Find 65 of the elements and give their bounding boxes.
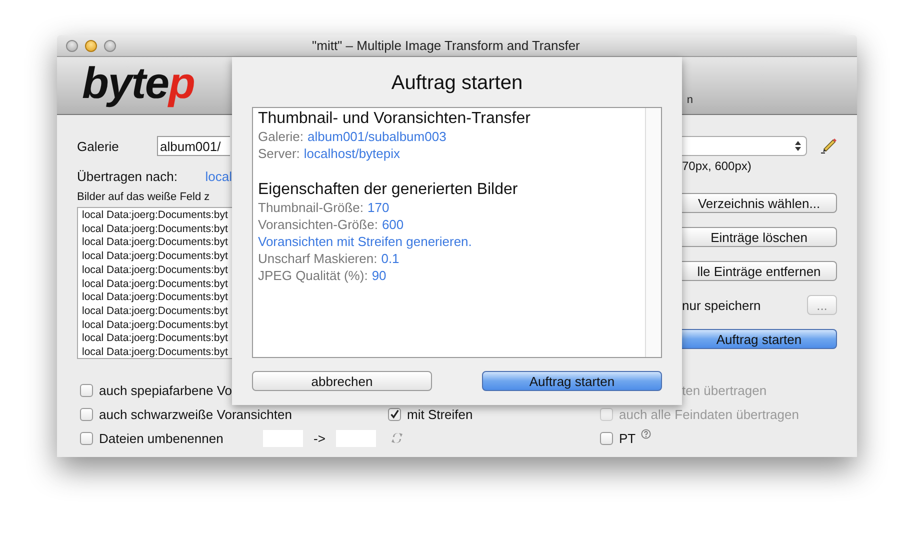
file-list[interactable] bbox=[77, 207, 232, 359]
start-button[interactable]: Auftrag starten bbox=[482, 371, 662, 391]
help-icon[interactable] bbox=[640, 429, 651, 439]
action-button[interactable]: Verzeichnis wählen... bbox=[682, 193, 837, 213]
size-note: 70px, 600px) bbox=[682, 159, 752, 175]
checkbox[interactable] bbox=[80, 432, 93, 444]
option-label: Dateien umbenennen bbox=[99, 430, 224, 446]
window-title: "mitt" – Multiple Image Transform and Transfer bbox=[312, 38, 580, 53]
file-item[interactable]: local Data:joerg:Documents:byt bbox=[82, 250, 232, 264]
checkbox[interactable] bbox=[80, 408, 93, 420]
target-link[interactable]: local bbox=[205, 168, 232, 184]
file-item[interactable]: local Data:joerg:Documents:byt bbox=[82, 291, 232, 305]
section-heading: Thumbnail- und Voransichten-Transfer bbox=[258, 109, 532, 128]
detail-note: Voransichten mit Streifen generieren. bbox=[258, 233, 473, 250]
detail-value: 600 bbox=[382, 217, 404, 232]
file-item[interactable]: local Data:joerg:Documents:byt bbox=[82, 222, 232, 236]
file-item[interactable]: local Data:joerg:Documents:byt bbox=[82, 236, 232, 250]
swap-icon[interactable] bbox=[391, 431, 403, 445]
option-label: mit Streifen bbox=[407, 406, 473, 422]
file-item[interactable]: local Data:joerg:Documents:byt bbox=[82, 264, 232, 278]
start-button[interactable]: Auftrag starten bbox=[682, 329, 837, 349]
file-item[interactable]: local Data:joerg:Documents:byt bbox=[82, 278, 232, 292]
detail-label: Server: bbox=[258, 146, 300, 161]
logo: bytep bbox=[82, 62, 194, 106]
option-label: PT bbox=[619, 430, 636, 446]
detail-label: Unscharf Maskieren: bbox=[258, 251, 378, 266]
action-button[interactable]: Einträge löschen bbox=[682, 227, 837, 247]
checkbox[interactable] bbox=[600, 432, 613, 444]
detail-label: JPEG Qualität (%): bbox=[258, 268, 368, 283]
detail-value: album001/subalbum003 bbox=[308, 129, 446, 144]
option-label: nur speichern bbox=[682, 298, 761, 312]
option-label: auch alle Feindaten übertragen bbox=[619, 406, 799, 422]
detail-label: Voransichten-Größe: bbox=[258, 217, 378, 232]
checkbox[interactable] bbox=[80, 384, 93, 396]
detail-value: 170 bbox=[367, 200, 390, 215]
toolbar-label[interactable]: n bbox=[686, 94, 693, 106]
action-button[interactable]: lle Einträge entfernen bbox=[682, 261, 837, 281]
drop-hint: Bilder auf das weiße Feld z bbox=[77, 191, 211, 203]
close-button[interactable] bbox=[66, 40, 78, 52]
detail-label: Galerie: bbox=[258, 129, 304, 144]
file-item[interactable]: local Data:joerg:Documents:byt bbox=[82, 346, 232, 358]
file-item[interactable]: local Data:joerg:Documents:byt bbox=[82, 318, 232, 332]
minimize-button[interactable] bbox=[85, 40, 97, 52]
section-heading: Eigenschaften der generierten Bilder bbox=[258, 180, 519, 199]
file-item[interactable]: local Data:joerg:Documents:byt bbox=[82, 332, 232, 346]
option-label: auch schwarzweiße Voransichten bbox=[99, 406, 292, 422]
file-item[interactable]: local Data:joerg:Documents:byt bbox=[82, 304, 232, 319]
zoom-button[interactable] bbox=[104, 40, 116, 52]
detail-value: 0.1 bbox=[381, 251, 400, 266]
cancel-button[interactable]: abbrechen bbox=[252, 371, 432, 391]
stepper-icon bbox=[794, 140, 802, 152]
option-label: ten übertragen bbox=[682, 382, 767, 398]
checkbox[interactable] bbox=[388, 408, 401, 420]
field-label: Galerie bbox=[77, 138, 120, 154]
option-label: auch spepiafarbene Vo bbox=[99, 382, 232, 398]
detail-value: localhost/bytepix bbox=[304, 146, 400, 161]
file-item[interactable]: local Data:joerg:Documents:byt bbox=[82, 209, 232, 223]
field-label: Übertragen nach: bbox=[77, 168, 178, 184]
arrow-label: -> bbox=[312, 430, 326, 446]
pencil-icon[interactable] bbox=[820, 137, 838, 155]
gallery-field[interactable]: album001/ bbox=[157, 136, 230, 156]
detail-label: Thumbnail-Größe: bbox=[258, 200, 364, 215]
dialog-title: Auftrag starten bbox=[391, 72, 523, 96]
dropdown[interactable] bbox=[682, 136, 807, 156]
detail-value: 90 bbox=[372, 268, 386, 283]
